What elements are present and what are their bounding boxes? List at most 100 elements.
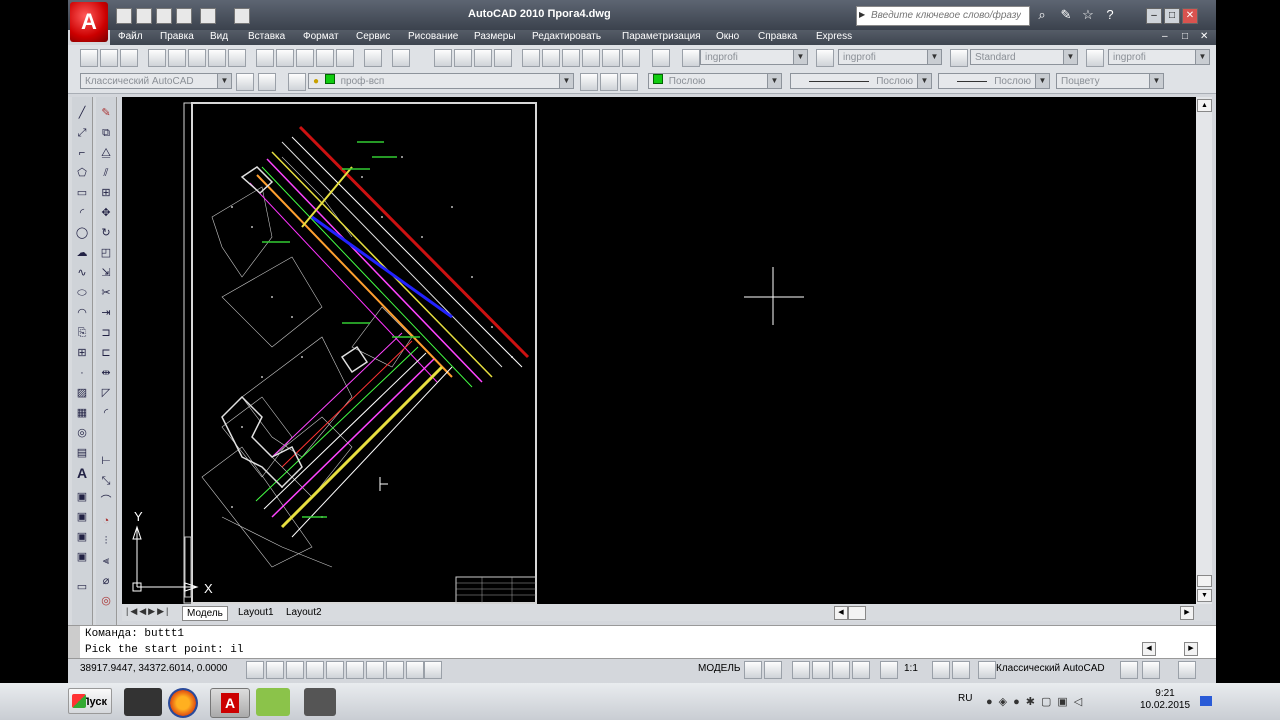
binoculars-icon[interactable]: ⌕ [1034,7,1050,23]
stretch-icon[interactable]: ⇲ [98,265,114,281]
menu-express[interactable]: Express [816,31,852,42]
model-space-toggle[interactable]: МОДЕЛЬ [698,663,740,674]
layer-select[interactable]: ● проф-всп ▼ [308,73,574,89]
application-menu-button[interactable]: A [70,2,108,42]
quick-view-layouts-icon[interactable] [744,661,762,679]
menu-parametric[interactable]: Параметризация [622,31,701,42]
copy-object-icon[interactable]: ⧉ [98,125,114,141]
dim-aligned-icon[interactable]: ⤡ [98,473,114,489]
doc-close-button[interactable]: ✕ [1200,31,1208,42]
layer-tool-3-icon[interactable]: ▣ [74,529,90,545]
menu-insert[interactable]: Вставка [248,31,285,42]
hardware-acceleration-icon[interactable] [1142,661,1160,679]
zoom-window-icon[interactable] [474,49,492,67]
lineweight-select[interactable]: Послою ▼ [938,73,1050,89]
annotation-visibility-icon[interactable] [932,661,950,679]
erase-icon[interactable]: ✎ [98,105,114,121]
tab-layout2[interactable]: Layout2 [282,606,326,619]
new-file-icon[interactable] [116,8,132,24]
redo-toolbar-icon[interactable] [392,49,410,67]
menu-draw[interactable]: Рисование [408,31,458,42]
layer-states-icon[interactable] [620,73,638,91]
array-icon[interactable]: ⊞ [98,185,114,201]
layer-tool-1-icon[interactable]: ▣ [74,489,90,505]
vertical-scrollbar[interactable]: ▲ ▼ [1196,97,1212,604]
zoom-previous-icon[interactable] [494,49,512,67]
menu-window[interactable]: Окно [716,31,739,42]
copy-icon[interactable] [276,49,294,67]
taskbar-autocad-icon[interactable]: A [210,688,250,718]
menu-modify[interactable]: Редактировать [532,31,601,42]
layer-tool-2-icon[interactable]: ▣ [74,509,90,525]
taskbar-app-folder-icon[interactable] [124,688,162,716]
menu-dimension[interactable]: Размеры [474,31,516,42]
dim-diameter-icon[interactable]: ⌀ [98,573,114,589]
mirror-icon[interactable]: ⧋ [98,145,114,161]
quickcalc-icon[interactable] [622,49,640,67]
cmd-scroll-left-icon[interactable]: ◀ [1142,642,1156,656]
join-icon[interactable]: ⇹ [98,365,114,381]
taskbar-firefox-icon[interactable] [168,688,198,718]
mleader-style-select[interactable]: ingprofi ▼ [1108,49,1210,65]
text-style-icon[interactable] [682,49,700,67]
menu-help[interactable]: Справка [758,31,797,42]
show-desktop-icon[interactable] [1200,696,1212,706]
dim-style-select[interactable]: ingprofi ▼ [838,49,942,65]
menu-file[interactable]: Файл [118,31,143,42]
dim-arc-icon[interactable]: ⌒ [98,493,114,509]
paste-special-icon[interactable]: ▭ [74,579,90,595]
scroll-down-icon[interactable]: ▼ [1197,589,1212,602]
move-icon[interactable]: ✥ [98,205,114,221]
scroll-up-icon[interactable]: ▲ [1197,99,1212,112]
language-indicator[interactable]: RU [958,693,972,704]
linetype-select[interactable]: Послою ▼ [790,73,932,89]
menu-edit[interactable]: Правка [160,31,194,42]
taskbar-app-green-icon[interactable] [256,688,290,716]
edit-icon[interactable] [228,49,246,67]
redo-icon[interactable] [200,8,216,24]
command-prompt-line[interactable]: Pick the start point: il [85,644,243,656]
markup-icon[interactable] [602,49,620,67]
scale-icon[interactable]: ◰ [98,245,114,261]
doc-restore-button[interactable]: □ [1182,31,1188,42]
communication-icon[interactable]: ✎ [1058,7,1074,23]
menu-tools[interactable]: Сервис [356,31,390,42]
undo-icon[interactable] [176,8,192,24]
offset-icon[interactable]: ⫽ [98,165,114,181]
tab-navigation-icons[interactable]: |◀◀▶▶| [126,606,170,617]
text-style-select[interactable]: ingprofi ▼ [700,49,808,65]
rotate-icon[interactable]: ↻ [98,225,114,241]
ellipse-icon[interactable]: ⬭ [74,285,90,301]
workspace-settings-icon[interactable] [236,73,254,91]
open-icon[interactable] [100,49,118,67]
rectangle-icon[interactable]: ▭ [74,185,90,201]
menu-format[interactable]: Формат [303,31,339,42]
scroll-left-icon[interactable]: ◀ [834,606,848,620]
clock[interactable]: 9:21 10.02.2015 [1134,688,1196,712]
close-button[interactable]: ✕ [1182,8,1198,24]
open-file-icon[interactable] [136,8,152,24]
circle-icon[interactable]: ◯ [74,225,90,241]
zoom-realtime-icon[interactable] [454,49,472,67]
scroll-right-icon[interactable]: ▶ [1180,606,1194,620]
layer-previous-icon[interactable] [600,73,618,91]
chamfer-icon[interactable]: ◸ [98,385,114,401]
paste-icon[interactable] [296,49,314,67]
help-icon[interactable]: ? [1102,7,1118,23]
minimize-button[interactable]: – [1146,8,1162,24]
polygon-icon[interactable]: ⬠ [74,165,90,181]
line-icon[interactable]: ╱ [74,105,90,121]
pan-status-icon[interactable] [792,661,810,679]
revision-cloud-icon[interactable]: ☁ [74,245,90,261]
coordinates-readout[interactable]: 38917.9447, 34372.6014, 0.0000 [80,663,227,674]
zoom-status-icon[interactable] [812,661,830,679]
snap-mode-icon[interactable] [246,661,264,679]
trim-icon[interactable]: ✂ [98,285,114,301]
layer-manager-icon[interactable] [288,73,306,91]
search-box[interactable]: ▶ [856,6,1030,26]
otrack-icon[interactable] [346,661,364,679]
polyline-icon[interactable]: ⌐ [74,145,90,161]
menu-view[interactable]: Вид [210,31,228,42]
workspace-switch[interactable]: Классический AutoCAD [996,663,1105,674]
plot-icon[interactable] [234,8,250,24]
